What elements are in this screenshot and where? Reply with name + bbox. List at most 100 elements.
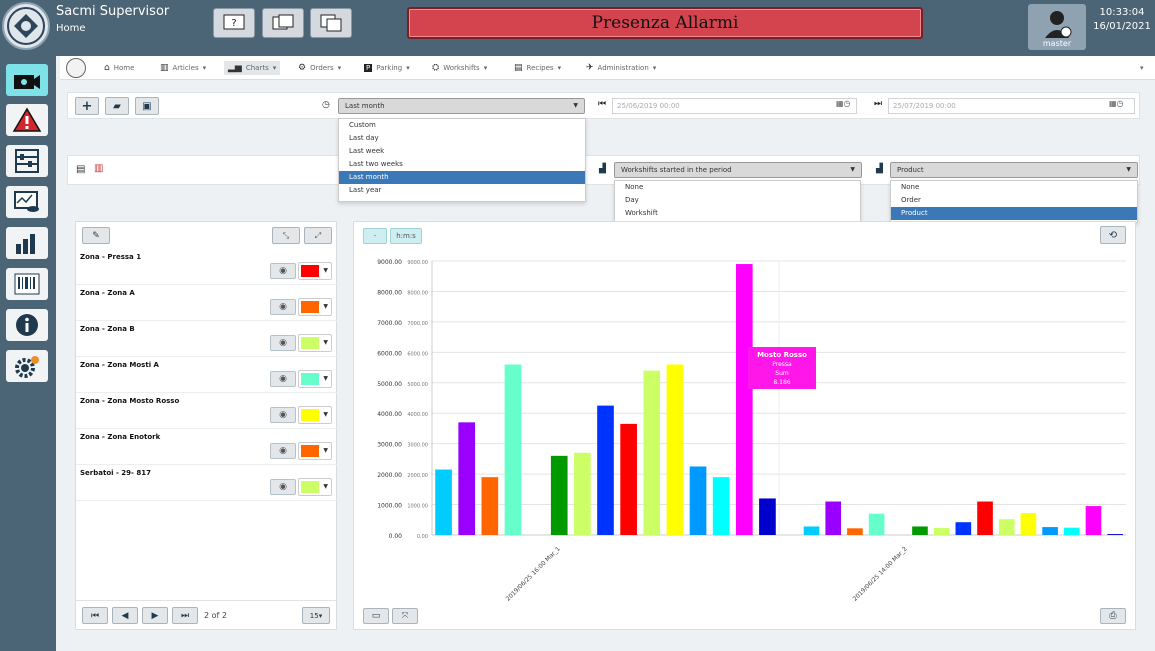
zoom-reset-button[interactable]: ⤧ [392,608,418,624]
secondary-group-option[interactable]: None [891,181,1137,194]
sidebar-abacus-button[interactable] [6,145,48,177]
bar [435,469,452,535]
bar [912,526,928,535]
color-swatch [301,481,319,493]
sidebar-info-button[interactable] [6,309,48,341]
primary-group-option[interactable]: Workshift [615,207,860,220]
secondary-group-option[interactable]: Product [891,207,1137,220]
chart-mode-button[interactable]: - [363,228,387,244]
windows-button[interactable] [262,8,304,38]
bar [666,364,684,535]
monitor-eye-icon [14,191,39,212]
color-picker[interactable]: ▼ [298,406,332,424]
group-icon: ▟ [876,164,883,174]
nav-articles[interactable]: ▥ Articles ▾ [160,61,206,75]
zone-name: Zona - Zona Mosti A [80,361,159,369]
period-option[interactable]: Custom [339,119,585,132]
bar-chart: 0.00 0.00 1000.00 1000.00 2000.00 2000.00 3000… [377,259,1126,603]
bar [847,528,863,535]
eye-icon: ◉ [279,338,287,348]
zone-name: Zona - Zona Mosto Rosso [80,397,180,405]
color-swatch [301,301,319,313]
user-button[interactable]: master [1028,4,1086,50]
zone-row: Zona - Zona A ◉ ▼ [76,285,338,321]
period-option[interactable]: Last month [339,171,585,184]
color-picker[interactable]: ▼ [298,262,332,280]
print-button[interactable]: ⎙ [1100,608,1126,624]
zone-row: Zona - Pressa 1 ◉ ▼ [76,249,338,285]
prev-page-button[interactable]: ◀ [112,607,138,624]
table-view-button[interactable]: ▭ [363,608,389,624]
bar [825,501,842,535]
end-datetime-input[interactable]: 25/07/2019 00:00 [888,98,1135,114]
visibility-toggle[interactable]: ◉ [270,371,296,387]
color-picker[interactable]: ▼ [298,298,332,316]
visibility-toggle[interactable]: ◉ [270,299,296,315]
period-option[interactable]: Last year [339,184,585,197]
color-picker[interactable]: ▼ [298,442,332,460]
visibility-toggle[interactable]: ◉ [270,335,296,351]
nav-charts[interactable]: ▂▅ Charts ▾ [224,61,281,75]
secondary-group-select[interactable]: Product ▼ [890,162,1138,178]
first-page-button[interactable]: ⏮ [82,607,108,624]
nav-home[interactable]: ⌂ Home [104,61,134,75]
tooltip-title: Mosto Rosso [757,351,807,359]
sidebar-settings-button[interactable] [6,350,48,382]
sidebar-barcode-button[interactable] [6,268,48,300]
nav-recipes[interactable]: ▤ Recipes ▾ [514,61,561,75]
period-option[interactable]: Last day [339,132,585,145]
bar [759,498,776,535]
primary-group-option[interactable]: None [615,181,860,194]
nav-charts-label: Charts [245,64,269,72]
period-option[interactable]: Last two weeks [339,158,585,171]
color-picker[interactable]: ▼ [298,334,332,352]
screens-button[interactable] [310,8,352,38]
sidebar-camera-button[interactable] [6,64,48,96]
add-button[interactable]: + [75,97,99,115]
visibility-toggle[interactable]: ◉ [270,443,296,459]
visibility-toggle[interactable]: ◉ [270,407,296,423]
calendar-icon: ▦◷ [1109,99,1124,108]
y-tick-label: 7000.00 [377,320,402,327]
period-select[interactable]: Last month ▼ [338,98,585,114]
visibility-toggle[interactable]: ◉ [270,263,296,279]
chevron-down-icon: ▾ [202,64,207,72]
nav-administration[interactable]: ✈ Administration ▾ [586,61,656,75]
refresh-button[interactable]: ⟲ [1100,226,1126,244]
secondary-group-option[interactable]: Order [891,194,1137,207]
time-format-button[interactable]: h:m:s [390,228,422,244]
bar-chart-icon[interactable]: ▥ [94,163,103,174]
visibility-toggle[interactable]: ◉ [270,479,296,495]
help-button[interactable]: ? [213,8,255,38]
color-picker[interactable]: ▼ [298,370,332,388]
next-page-button[interactable]: ▶ [142,607,168,624]
page-size-button[interactable]: 15 ▾ [302,607,330,624]
edit-button[interactable]: ✎ [82,227,110,244]
open-button[interactable]: ▰ [105,97,129,115]
period-option[interactable]: Last week [339,145,585,158]
nav-more[interactable]: ▾ [1140,61,1144,75]
sidebar-monitor-button[interactable] [6,186,48,218]
save-button[interactable]: ▣ [135,97,159,115]
caret-down-icon: ▼ [1126,166,1131,173]
nav-orders[interactable]: ⚙ Orders ▾ [298,61,341,75]
color-picker[interactable]: ▼ [298,478,332,496]
chevron-down-icon: ▾ [272,64,277,72]
y-tick-label-inner: 0.00 [417,534,428,540]
collapse-icon: ⤡ [282,230,290,240]
alarm-banner[interactable]: Presenza Allarmi [407,7,923,39]
nav-workshifts[interactable]: ⛭ Workshifts ▾ [432,61,487,75]
nav-parking[interactable]: P Parking ▾ [364,61,410,75]
eye-icon: ◉ [279,482,287,492]
last-page-button[interactable]: ⏭ [172,607,198,624]
user-icon [1045,11,1072,38]
sidebar-charts-button[interactable] [6,227,48,259]
zoom-icon: ⤧ [401,611,409,620]
primary-group-option[interactable]: Day [615,194,860,207]
start-datetime-input[interactable]: 25/06/2019 00:00 [612,98,857,114]
primary-group-select[interactable]: Workshifts started in the period ▼ [614,162,862,178]
expand-icon: ⤢ [314,230,322,240]
sidebar-alarms-button[interactable] [6,104,48,136]
collapse-button[interactable]: ⤡ [272,227,300,244]
expand-button[interactable]: ⤢ [304,227,332,244]
